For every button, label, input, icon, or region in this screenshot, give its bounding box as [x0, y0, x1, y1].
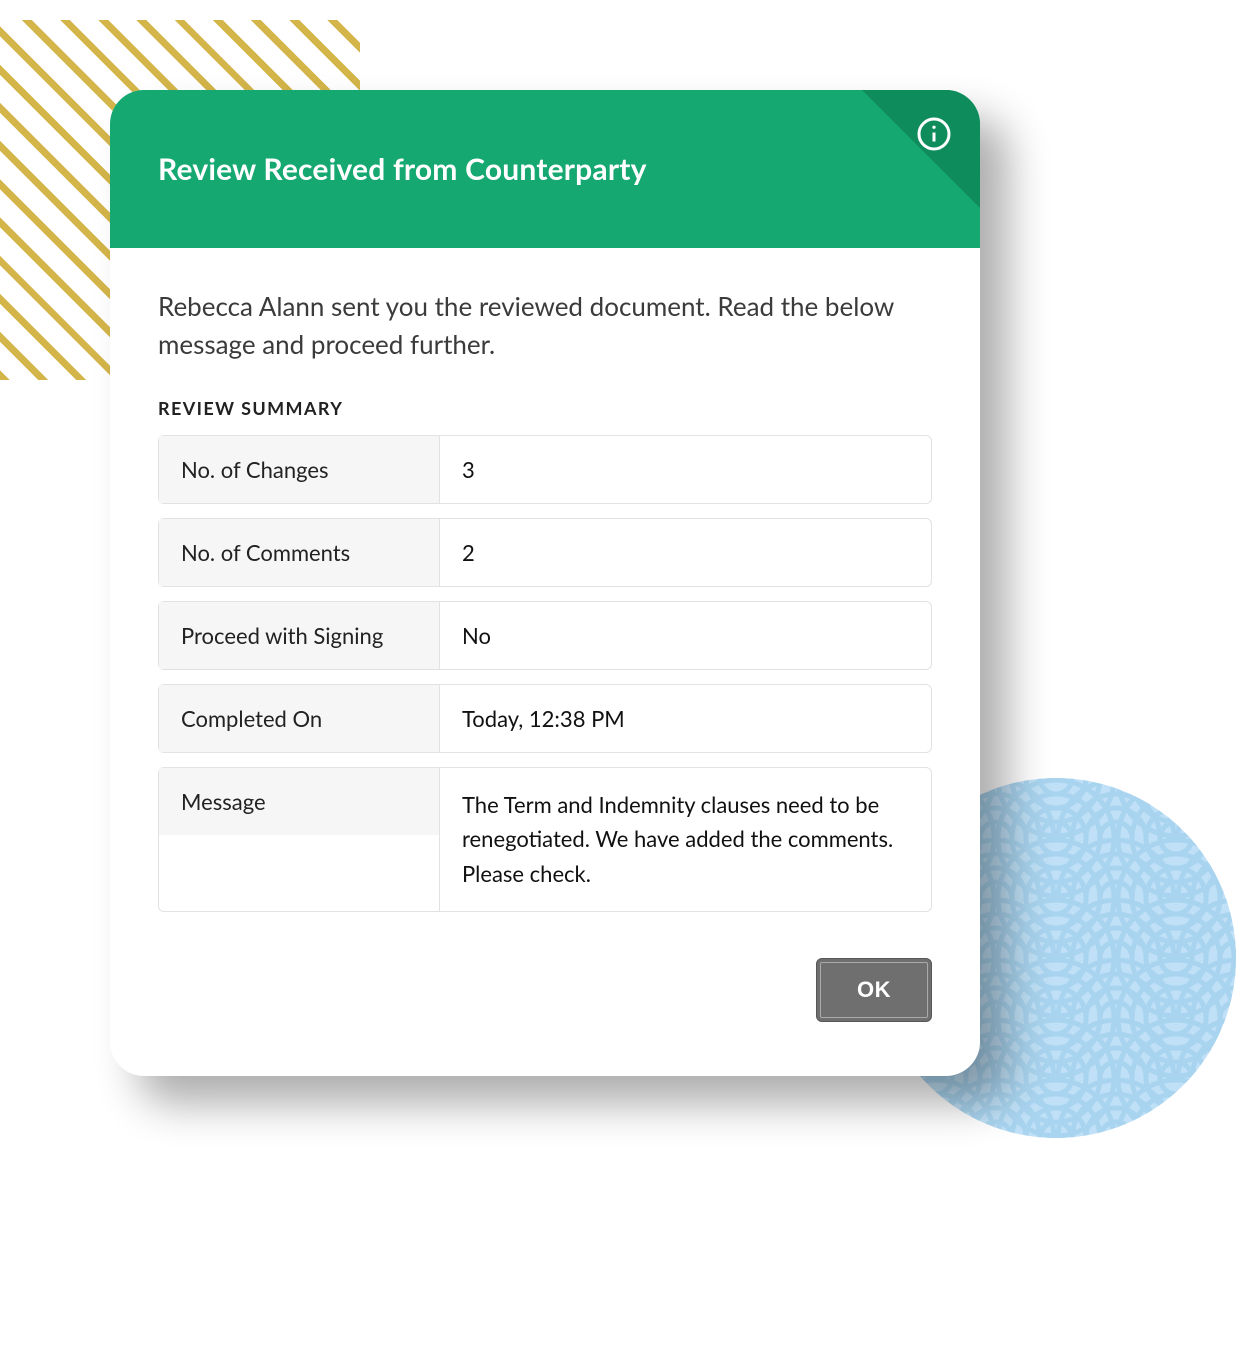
table-row: No. of Changes 3: [158, 435, 932, 504]
row-value: 2: [439, 519, 931, 586]
section-label: REVIEW SUMMARY: [158, 397, 932, 419]
row-value: No: [439, 602, 931, 669]
table-row: Completed On Today, 12:38 PM: [158, 684, 932, 753]
info-icon[interactable]: [916, 116, 952, 152]
row-label: Completed On: [159, 685, 439, 752]
row-label: Proceed with Signing: [159, 602, 439, 669]
table-row: Proceed with Signing No: [158, 601, 932, 670]
row-label: Message: [159, 768, 439, 835]
actions: OK: [158, 958, 932, 1022]
ok-button[interactable]: OK: [816, 958, 932, 1022]
row-label: No. of Comments: [159, 519, 439, 586]
modal-header: Review Received from Counterparty: [110, 90, 980, 248]
row-label: No. of Changes: [159, 436, 439, 503]
row-value: The Term and Indemnity clauses need to b…: [439, 768, 931, 910]
modal-title: Review Received from Counterparty: [158, 151, 647, 187]
table-row: No. of Comments 2: [158, 518, 932, 587]
row-value: Today, 12:38 PM: [439, 685, 931, 752]
summary-table: No. of Changes 3 No. of Comments 2 Proce…: [158, 435, 932, 911]
intro-text: Rebecca Alann sent you the reviewed docu…: [158, 288, 932, 363]
review-modal: Review Received from Counterparty Rebecc…: [110, 90, 980, 1076]
modal-body: Rebecca Alann sent you the reviewed docu…: [110, 248, 980, 1076]
row-value: 3: [439, 436, 931, 503]
table-row: Message The Term and Indemnity clauses n…: [158, 767, 932, 911]
